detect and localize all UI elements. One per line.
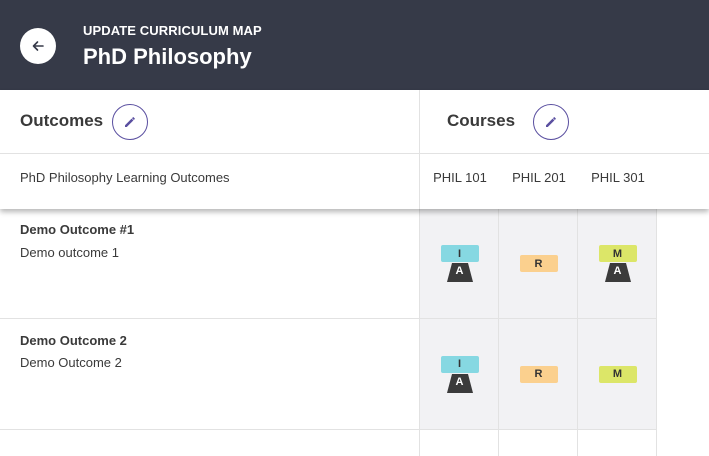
learning-outcomes-header: PhD Philosophy Learning Outcomes (20, 170, 230, 185)
outcome-description: Demo outcome 1 (20, 245, 119, 260)
outcomes-section-title: Outcomes (20, 111, 104, 130)
section-header-row: Outcomes Courses (0, 90, 709, 154)
assessed-badge: A (446, 373, 473, 393)
mapping-cell[interactable]: R (499, 319, 578, 429)
assessed-label: A (455, 375, 464, 388)
outcome-title: Demo Outcome 2 (20, 333, 127, 348)
course-header-phil-101[interactable]: PHIL 101 (420, 170, 500, 185)
mastered-tag: M (598, 365, 637, 383)
page-title: PhD Philosophy (83, 44, 252, 69)
mapping-cell[interactable]: M (578, 319, 657, 429)
reinforced-tag: R (519, 365, 558, 383)
pencil-icon (546, 117, 556, 127)
assessed-badge: A (446, 263, 473, 282)
mapping-cell[interactable]: R (499, 209, 578, 318)
outcome-title: Demo Outcome #1 (20, 222, 135, 237)
row-divider (0, 429, 657, 430)
mapping-cell[interactable]: I A (420, 209, 499, 318)
edit-courses-button[interactable] (533, 104, 569, 140)
mapping-cell[interactable]: M A (578, 209, 657, 318)
column-divider (419, 90, 420, 209)
back-button[interactable] (20, 28, 56, 64)
courses-section-title: Courses (447, 111, 516, 130)
mastered-tag: M (598, 245, 637, 262)
reinforced-tag: R (519, 255, 558, 272)
pencil-icon (125, 117, 135, 127)
header-subtitle: UPDATE CURRICULUM MAP (83, 23, 262, 38)
introduced-tag: I (440, 355, 479, 373)
assessed-label: A (455, 265, 464, 277)
assessed-label: A (613, 265, 622, 277)
course-header-phil-201[interactable]: PHIL 201 (499, 170, 579, 185)
page-header: UPDATE CURRICULUM MAP PhD Philosophy (0, 0, 709, 90)
introduced-tag: I (440, 245, 479, 262)
arrow-left-icon (32, 41, 44, 51)
course-header-phil-301[interactable]: PHIL 301 (578, 170, 658, 185)
map-headers: Outcomes Courses PhD Philosophy Learning… (0, 90, 709, 209)
outcome-description: Demo Outcome 2 (20, 355, 122, 370)
edit-outcomes-button[interactable] (112, 104, 148, 140)
assessed-badge: A (604, 263, 631, 282)
mapping-cell[interactable]: I A (420, 319, 499, 429)
